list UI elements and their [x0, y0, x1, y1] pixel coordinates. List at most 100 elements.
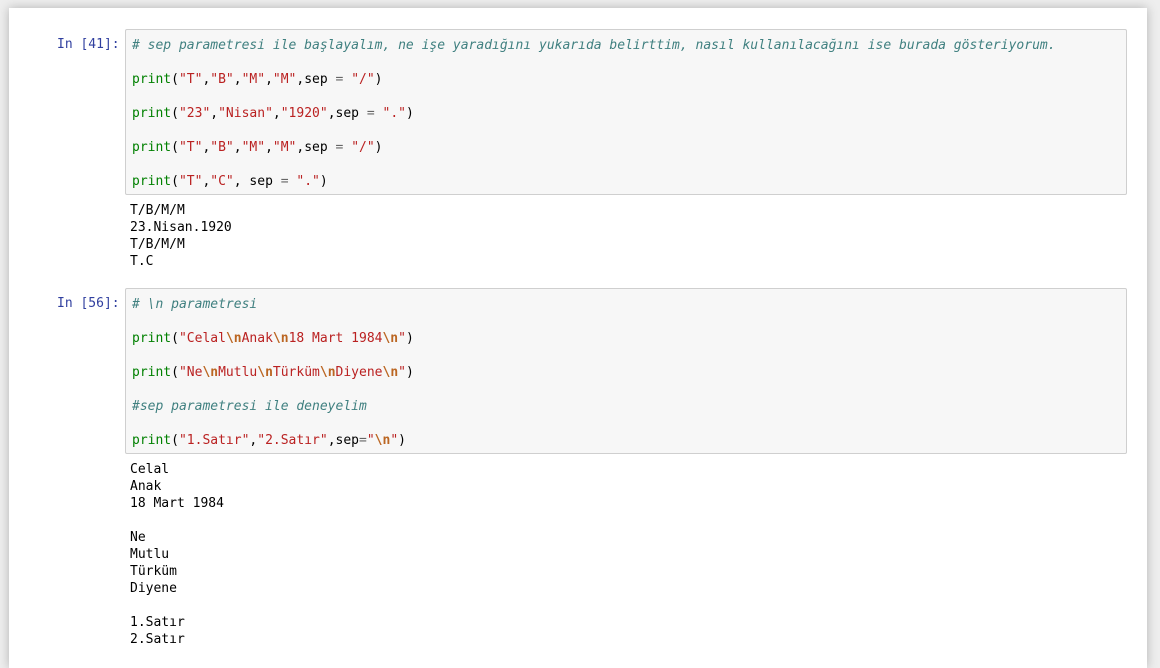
code-token-plain: , — [265, 72, 273, 87]
code-token-plain: , sep — [233, 174, 281, 189]
notebook-container: In [41]: # sep parametresi ile başlayalı… — [9, 8, 1147, 668]
code-token-string: "B" — [210, 72, 234, 87]
code-line: print("1.Satır","2.Satır",sep="\n") — [132, 432, 406, 449]
code-token-string: "M" — [241, 140, 266, 155]
output-line: T.C — [130, 254, 154, 269]
code-token-plain: , — [233, 140, 242, 155]
code-token-string: "2.Satır" — [257, 433, 328, 448]
code-token-plain: , — [265, 140, 273, 155]
code-token-string: "Nisan" — [218, 106, 273, 121]
code-token-string: " — [398, 365, 406, 380]
code-token-plain: ,sep — [296, 72, 336, 87]
code-token-escape: \n — [319, 365, 336, 380]
code-token-plain: , — [272, 106, 281, 121]
code-token-plain: ,sep — [327, 106, 367, 121]
code-token-plain: ) — [405, 106, 414, 121]
code-token-plain: ( — [171, 331, 179, 346]
code-token-string: "1920" — [280, 106, 328, 121]
code-token-builtin: print — [132, 174, 172, 189]
code-line: print("Celal\nAnak\n18 Mart 1984\n") — [132, 330, 414, 347]
code-token-string: "Celal — [178, 331, 226, 346]
code-token-plain: , — [233, 72, 242, 87]
code-token-string: "M" — [241, 72, 266, 87]
code-token-string: "/" — [351, 140, 375, 155]
code-token-plain: ( — [171, 365, 179, 380]
code-token-string: "M" — [272, 72, 297, 87]
output-line: Anak — [130, 479, 162, 494]
code-token-string: Türküm — [272, 365, 320, 380]
code-token-string: "B" — [210, 140, 234, 155]
output-line: 2.Satır — [130, 632, 185, 647]
code-token-escape: \n — [225, 331, 242, 346]
code-token-plain: ( — [171, 433, 179, 448]
code-line: print("T","B","M","M",sep = "/") — [132, 139, 383, 156]
code-token-plain: ,sep — [296, 140, 336, 155]
code-editor[interactable]: # \n parametresi print("Celal\nAnak\n18 M… — [125, 288, 1127, 454]
code-token-escape: \n — [374, 433, 391, 448]
code-token-string: "T" — [178, 72, 203, 87]
output-line: 23.Nisan.1920 — [130, 220, 232, 235]
code-token-plain: ( — [171, 72, 179, 87]
output-line: T/B/M/M — [130, 203, 185, 218]
code-line: print("T","C", sep = ".") — [132, 173, 328, 190]
code-token-string: "." — [382, 106, 406, 121]
code-token-op: = — [280, 174, 289, 189]
code-token-builtin: print — [132, 106, 172, 121]
code-token-plain: ( — [171, 140, 179, 155]
code-token-plain: ) — [398, 433, 406, 448]
code-token-plain: ,sep — [327, 433, 360, 448]
output-line: Türküm — [130, 564, 177, 579]
code-token-builtin: print — [132, 365, 172, 380]
code-line: print("T","B","M","M",sep = "/") — [132, 71, 383, 88]
code-token-string: "T" — [178, 140, 203, 155]
code-token-string: Mutlu — [218, 365, 258, 380]
code-token-string: 18 Mart 1984 — [288, 331, 383, 346]
code-token-string: "Ne — [178, 365, 203, 380]
code-line: #sep parametresi ile deneyelim — [132, 398, 367, 415]
code-token-builtin: print — [132, 140, 172, 155]
code-token-string: "M" — [272, 140, 297, 155]
code-token-string: "1.Satır" — [178, 433, 250, 448]
code-token-string: "T" — [178, 174, 203, 189]
code-token-escape: \n — [382, 365, 399, 380]
code-token-plain: ( — [171, 106, 179, 121]
code-line: # \n parametresi — [132, 296, 257, 313]
code-token-plain: ( — [171, 174, 179, 189]
code-token-string: Anak — [241, 331, 273, 346]
code-token-op: = — [366, 106, 375, 121]
output-line: Ne — [130, 530, 146, 545]
code-token-string: "/" — [351, 72, 375, 87]
output-line: Diyene — [130, 581, 177, 596]
code-token-builtin: print — [132, 433, 172, 448]
code-token-builtin: print — [132, 72, 172, 87]
code-token-op: = — [359, 433, 367, 448]
code-token-plain: ) — [374, 140, 383, 155]
output-line: 18 Mart 1984 — [130, 496, 224, 511]
code-token-builtin: print — [132, 331, 172, 346]
code-token-escape: \n — [272, 331, 289, 346]
code-token-plain: ) — [405, 365, 414, 380]
code-token-string: "C" — [210, 174, 234, 189]
code-token-comment: # \n parametresi — [132, 297, 258, 312]
code-line: print("Ne\nMutlu\nTürküm\nDiyene\n") — [132, 364, 414, 381]
code-token-string: " — [366, 433, 375, 448]
output-line: T/B/M/M — [130, 237, 185, 252]
output-line: Mutlu — [130, 547, 170, 562]
code-token-escape: \n — [202, 365, 219, 380]
code-token-string: " — [390, 433, 399, 448]
input-prompt: In [41]: — [57, 37, 120, 52]
code-editor[interactable]: # sep parametresi ile başlayalım, ne işe… — [125, 29, 1127, 195]
code-token-plain: ) — [405, 331, 414, 346]
code-token-plain: ) — [374, 72, 383, 87]
input-prompt: In [56]: — [57, 296, 120, 311]
code-token-string: " — [398, 331, 406, 346]
output-line: Celal — [130, 462, 170, 477]
code-line: print("23","Nisan","1920",sep = ".") — [132, 105, 414, 122]
code-token-escape: \n — [257, 365, 273, 380]
output-line: 1.Satır — [130, 615, 185, 630]
code-line: # sep parametresi ile başlayalım, ne işe… — [132, 37, 1056, 54]
code-token-string: Diyene — [335, 365, 383, 380]
